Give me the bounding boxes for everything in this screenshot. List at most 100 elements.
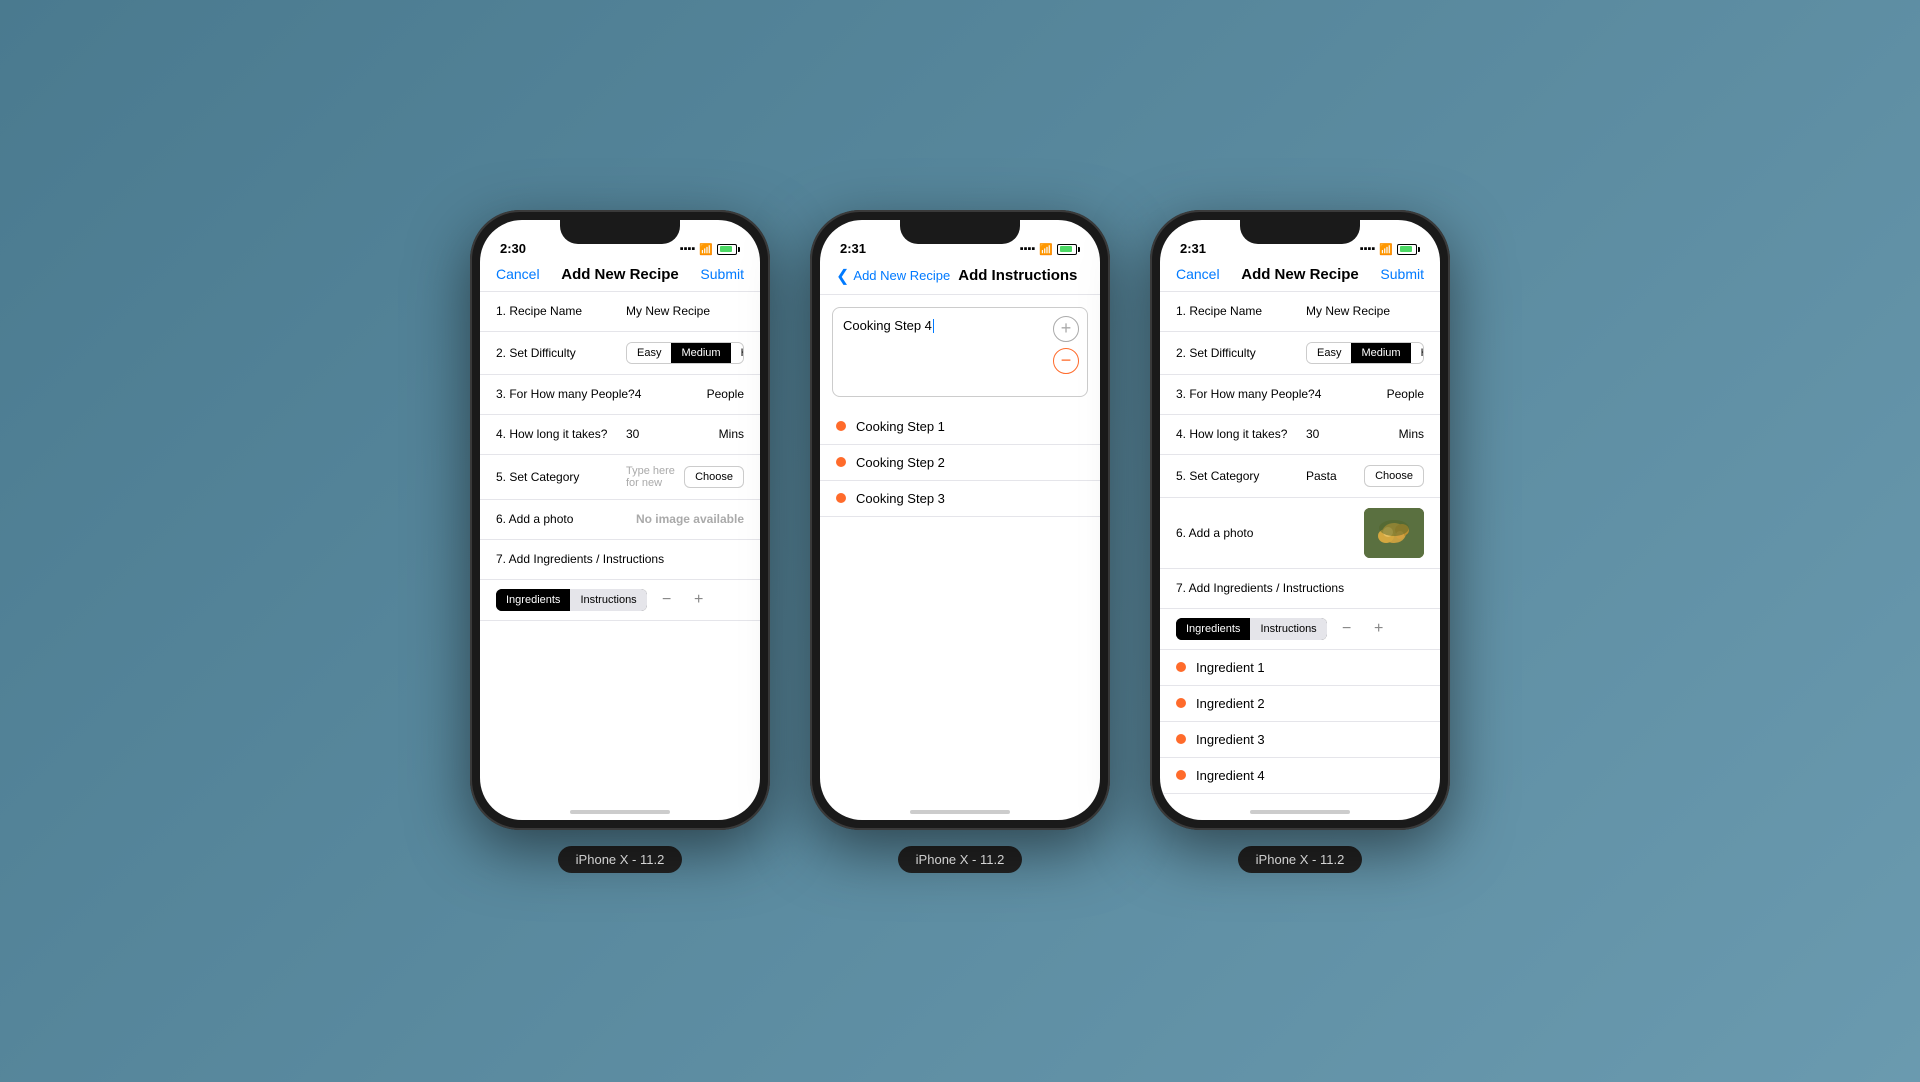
time-1: 2:30 [500,241,526,256]
recipe-name-value-3: My New Recipe [1306,304,1424,318]
toggle-row-3: Ingredients Instructions − + [1160,609,1440,650]
recipe-name-value: My New Recipe [626,304,744,318]
notch-2 [900,220,1020,244]
time-row: 4. How long it takes? 30 Mins [480,415,760,455]
status-icons-2: ▪▪▪▪ 📶 [1020,243,1080,256]
ingredient-dot-3 [1176,734,1186,744]
time-2: 2:31 [840,241,866,256]
ingredients-tab-3[interactable]: Ingredients [1176,618,1250,640]
back-arrow[interactable]: ❮ [836,266,849,286]
toggle-row-1: Ingredients Instructions − + [480,580,760,621]
status-bar-2: 2:31 ▪▪▪▪ 📶 [820,220,1100,262]
recipe-name-label-3: 1. Recipe Name [1176,304,1306,318]
difficulty-group-1: Easy Medium Hard [626,342,744,364]
medium-btn-1[interactable]: Medium [671,343,730,363]
time-unit-3: Mins [1399,427,1424,441]
instr-screen-title: Add Instructions [958,267,1077,284]
wifi-icon-1: 📶 [699,243,713,256]
choose-btn-3[interactable]: Choose [1364,465,1424,487]
people-value: 4 [635,387,703,401]
submit-button-1[interactable]: Submit [700,266,744,282]
phone2-shell: 2:31 ▪▪▪▪ 📶 ❮ Add New Recipe Add Instruc… [810,210,1110,830]
remove-step-btn[interactable]: − [1053,348,1079,374]
choose-btn-1[interactable]: Choose [684,466,744,488]
hard-btn-1[interactable]: Hard [731,343,744,363]
submit-button-3[interactable]: Submit [1380,266,1424,282]
nav-bar-1: Cancel Add New Recipe Submit [480,262,760,292]
input-actions: + − [1053,316,1079,374]
medium-btn-3[interactable]: Medium [1351,343,1410,363]
phone1-shell: 2:30 ▪▪▪▪ 📶 Cancel Add New Recipe Submit [470,210,770,830]
ingredients-header-row: 7. Add Ingredients / Instructions [480,540,760,580]
people-row-3: 3. For How many People? 4 People [1160,375,1440,415]
photo-thumb[interactable] [1364,508,1424,558]
nav-bar-3: Cancel Add New Recipe Submit [1160,262,1440,292]
notch-3 [1240,220,1360,244]
ingredient-text-4: Ingredient 4 [1196,768,1265,783]
phone2-content: Cooking Step 4 + − Cooking Step 1 Cookin… [820,295,1100,798]
time-3: 2:31 [1180,241,1206,256]
difficulty-row-3: 2. Set Difficulty Easy Medium Hard [1160,332,1440,375]
ingredient-item-1: Ingredient 1 [1160,650,1440,686]
time-label-3: 4. How long it takes? [1176,427,1306,441]
step-item-1: Cooking Step 1 [820,409,1100,445]
difficulty-label: 2. Set Difficulty [496,346,626,360]
step-dot-2 [836,457,846,467]
time-value-3: 30 [1306,427,1395,441]
phone-label-3: iPhone X - 11.2 [1238,846,1363,873]
category-input-1[interactable]: Type here for new [626,465,684,489]
time-row-3: 4. How long it takes? 30 Mins [1160,415,1440,455]
minus-btn-1[interactable]: − [655,588,679,612]
step-text-2: Cooking Step 2 [856,455,945,470]
no-image-text: No image available [636,512,744,526]
nav-title-1: Add New Recipe [561,266,679,283]
cancel-button-1[interactable]: Cancel [496,266,540,282]
text-input-area[interactable]: Cooking Step 4 + − [832,307,1088,397]
ingredient-dot-4 [1176,770,1186,780]
ingredient-dot-1 [1176,662,1186,672]
ingredient-item-3: Ingredient 3 [1160,722,1440,758]
add-step-btn[interactable]: + [1053,316,1079,342]
photo-row: 6. Add a photo No image available [480,500,760,540]
ingredients-tab-1[interactable]: Ingredients [496,589,570,611]
category-value-3: Pasta [1306,469,1364,483]
battery-icon-3 [1397,244,1420,255]
step-text-1: Cooking Step 1 [856,419,945,434]
wifi-icon-2: 📶 [1039,243,1053,256]
ingredients-header-label: 7. Add Ingredients / Instructions [496,552,744,566]
step-dot-1 [836,421,846,431]
photo-thumb-img [1364,508,1424,558]
photo-label: 6. Add a photo [496,512,626,526]
difficulty-group-3: Easy Medium Hard [1306,342,1424,364]
ingredient-item-2: Ingredient 2 [1160,686,1440,722]
hard-btn-3[interactable]: Hard [1411,343,1424,363]
people-label-3: 3. For How many People? [1176,387,1315,401]
home-indicator-3 [1160,798,1440,820]
people-unit: People [707,387,744,401]
minus-btn-3[interactable]: − [1335,617,1359,641]
easy-btn-1[interactable]: Easy [627,343,671,363]
back-label[interactable]: Add New Recipe [853,268,950,283]
people-label: 3. For How many People? [496,387,635,401]
phone1-screen: 2:30 ▪▪▪▪ 📶 Cancel Add New Recipe Submit [480,220,760,820]
home-indicator-2 [820,798,1100,820]
plus-btn-1[interactable]: + [687,588,711,612]
category-row-3: 5. Set Category Pasta Choose [1160,455,1440,498]
phone-label-2: iPhone X - 11.2 [898,846,1023,873]
signal-icon-3: ▪▪▪▪ [1360,243,1376,255]
phone1-wrapper: 2:30 ▪▪▪▪ 📶 Cancel Add New Recipe Submit [470,210,770,873]
ingredient-item-4: Ingredient 4 [1160,758,1440,794]
plus-btn-3[interactable]: + [1367,617,1391,641]
text-input-value: Cooking Step 4 [843,318,932,333]
easy-btn-3[interactable]: Easy [1307,343,1351,363]
people-value-3: 4 [1315,387,1383,401]
phone3-shell: 2:31 ▪▪▪▪ 📶 Cancel Add New Recipe Submit [1150,210,1450,830]
status-icons-3: ▪▪▪▪ 📶 [1360,243,1420,256]
phone3-content: 1. Recipe Name My New Recipe 2. Set Diff… [1160,292,1440,798]
cursor [933,319,935,333]
instructions-tab-1[interactable]: Instructions [570,589,646,611]
photo-label-3: 6. Add a photo [1176,526,1306,540]
instructions-tab-3[interactable]: Instructions [1250,618,1326,640]
ingredients-header-row-3: 7. Add Ingredients / Instructions [1160,569,1440,609]
cancel-button-3[interactable]: Cancel [1176,266,1220,282]
